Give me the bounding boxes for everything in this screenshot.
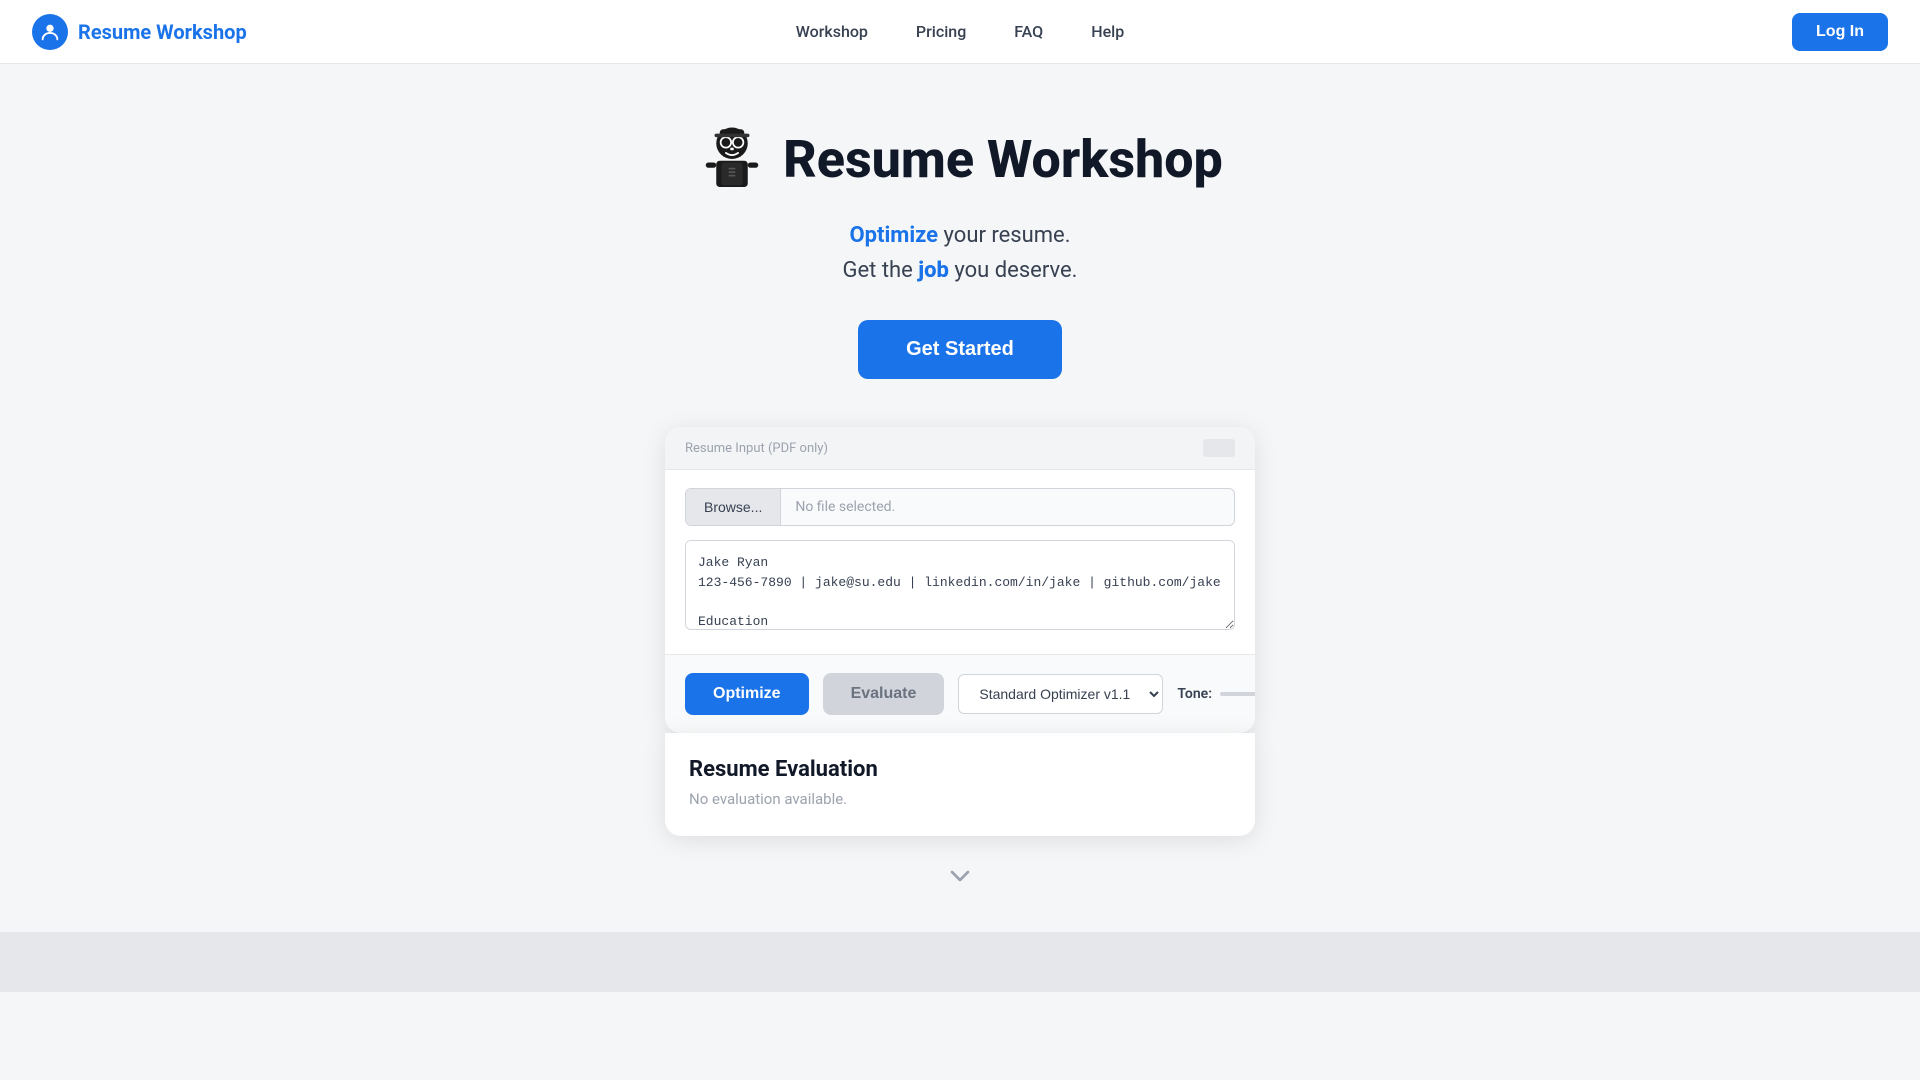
evaluation-section: Resume Evaluation No evaluation availabl…: [665, 733, 1255, 836]
login-button[interactable]: Log In: [1792, 13, 1888, 51]
brand-name: Resume Workshop: [78, 20, 247, 44]
brand-icon: [32, 14, 68, 50]
footer-bar: [0, 932, 1920, 992]
file-selection-label: No file selected.: [781, 489, 909, 525]
brand-logo[interactable]: Resume Workshop: [32, 14, 247, 50]
file-input-row: Browse... No file selected.: [685, 488, 1235, 526]
chevron-down-icon: [944, 860, 976, 892]
card-body: Browse... No file selected.: [665, 470, 1255, 654]
workshop-panel: Resume Input (PDF only) Browse... No fil…: [665, 427, 1255, 836]
optimize-button[interactable]: Optimize: [685, 673, 809, 715]
tone-label: Tone:: [1177, 686, 1212, 702]
workshop-card: Resume Input (PDF only) Browse... No fil…: [665, 427, 1255, 733]
subtitle-get-the: Get the: [843, 258, 919, 283]
hero-subtitle-line1: Optimize your resume.: [843, 218, 1078, 253]
tone-control: Tone:: [1177, 686, 1255, 702]
scroll-indicator: [944, 860, 976, 892]
nav-pricing[interactable]: Pricing: [916, 22, 966, 41]
hero-title-text: Resume Workshop: [783, 129, 1223, 190]
subtitle-line2-rest: you deserve.: [949, 258, 1078, 283]
card-top-label: Resume Input (PDF only): [685, 441, 828, 456]
nav-help[interactable]: Help: [1091, 22, 1124, 41]
get-started-button[interactable]: Get Started: [858, 320, 1062, 379]
card-top-bar: Resume Input (PDF only): [665, 427, 1255, 470]
hero-subtitle: Optimize your resume. Get the job you de…: [843, 218, 1078, 288]
hero-mascot-icon: [697, 124, 767, 194]
action-row: Optimize Evaluate Standard Optimizer v1.…: [665, 654, 1255, 733]
nav-links: Workshop Pricing FAQ Help: [796, 22, 1124, 41]
nav-faq[interactable]: FAQ: [1014, 22, 1043, 41]
evaluation-title: Resume Evaluation: [689, 757, 1231, 782]
navbar: Resume Workshop Workshop Pricing FAQ Hel…: [0, 0, 1920, 64]
resume-textarea[interactable]: [685, 540, 1235, 630]
nav-workshop[interactable]: Workshop: [796, 22, 868, 41]
hero-section: Resume Workshop Optimize your resume. Ge…: [0, 64, 1920, 932]
subtitle-line1-rest: your resume.: [938, 223, 1070, 248]
hero-title-row: Resume Workshop: [697, 124, 1223, 194]
subtitle-optimize: Optimize: [849, 223, 938, 248]
evaluate-button[interactable]: Evaluate: [823, 673, 945, 715]
evaluation-empty: No evaluation available.: [689, 790, 1231, 808]
card-top-right: [1203, 439, 1235, 457]
optimizer-select[interactable]: Standard Optimizer v1.1: [958, 674, 1163, 714]
browse-button[interactable]: Browse...: [686, 489, 781, 525]
tone-slider[interactable]: [1220, 692, 1255, 696]
hero-subtitle-line2: Get the job you deserve.: [843, 253, 1078, 288]
subtitle-job: job: [918, 258, 949, 283]
